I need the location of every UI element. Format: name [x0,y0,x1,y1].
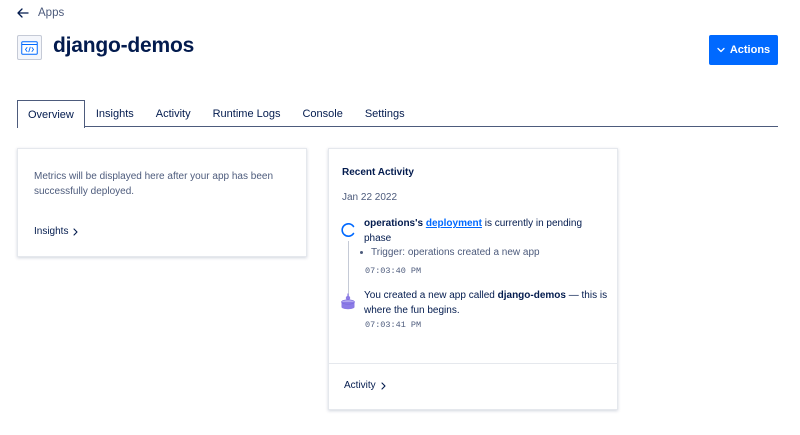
actions-button-label: Actions [729,44,771,56]
deployment-link[interactable]: deployment [426,218,482,229]
bullet-icon [360,251,363,254]
recent-activity-title: Recent Activity [342,167,414,178]
new-app-icon [341,293,355,310]
insights-link[interactable]: Insights [34,226,79,237]
activity-event-deployment: operations's deployment is currently in … [364,216,604,246]
breadcrumb-apps-link[interactable]: Apps [38,7,64,19]
tab-activity[interactable]: Activity [145,100,202,127]
activity-link-label: Activity [344,380,376,391]
event-prefix: You created a new app called [364,290,498,301]
event-timestamp: 07:03:41 PM [365,320,422,330]
recent-activity-card: Recent Activity Jan 22 2022 operations's… [328,148,618,410]
chevron-down-icon [717,47,725,53]
card-divider [329,363,617,364]
tab-bar: Overview Insights Activity Runtime Logs … [17,100,778,128]
event-timestamp: 07:03:40 PM [365,266,422,276]
actions-button[interactable]: Actions [709,35,778,65]
insights-link-label: Insights [34,226,69,237]
pending-spinner-icon [341,223,355,237]
metrics-card: Metrics will be displayed here after you… [17,148,307,257]
arrow-left-icon [17,8,29,18]
event-trigger: Trigger: operations created a new app [360,247,540,258]
tab-insights[interactable]: Insights [85,100,145,127]
tab-runtime-logs[interactable]: Runtime Logs [202,100,292,127]
tab-console[interactable]: Console [291,100,353,127]
tab-settings[interactable]: Settings [354,100,416,127]
event-trigger-text: Trigger: operations created a new app [371,247,540,258]
chevron-right-icon [381,381,386,390]
activity-date: Jan 22 2022 [342,192,398,203]
activity-link[interactable]: Activity [344,380,386,391]
activity-event-app-created: You created a new app called django-demo… [364,288,614,318]
app-code-icon [17,35,42,60]
timeline-line [348,241,349,301]
chevron-right-icon [73,227,79,236]
event-app-name: django-demos [497,290,566,301]
page-title: django-demos [53,34,195,57]
event-actor: operations's [364,218,424,229]
metrics-placeholder-text: Metrics will be displayed here after you… [34,171,274,197]
breadcrumb[interactable]: Apps [17,7,64,19]
tab-overview[interactable]: Overview [17,100,85,128]
